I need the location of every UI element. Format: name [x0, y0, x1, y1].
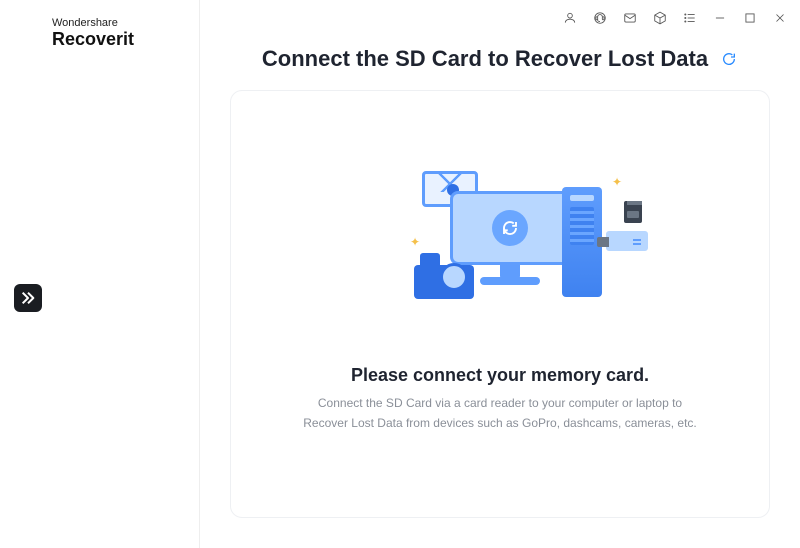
brand: Wondershare Recoverit [0, 0, 199, 548]
mail-icon[interactable] [622, 10, 638, 26]
sub-message-line: Recover Lost Data from devices such as G… [303, 416, 697, 430]
brand-logo-icon [14, 284, 42, 312]
sdcard-icon [624, 201, 642, 223]
usb-icon [606, 231, 648, 251]
page-title-row: Connect the SD Card to Recover Lost Data [200, 30, 800, 90]
camera-icon [414, 257, 474, 299]
content-panel: ✦ ✦ Please connect your memory card. Con… [230, 90, 770, 518]
support-icon[interactable] [592, 10, 608, 26]
brand-title: Recoverit [52, 30, 134, 548]
topbar [200, 0, 800, 30]
main: Connect the SD Card to Recover Lost Data… [200, 0, 800, 548]
sparkle-icon: ✦ [612, 175, 622, 189]
sub-message: Connect the SD Card via a card reader to… [303, 394, 697, 432]
account-icon[interactable] [562, 10, 578, 26]
cube-icon[interactable] [652, 10, 668, 26]
sidebar: Wondershare Recoverit File Recover Hard … [0, 0, 200, 548]
maximize-icon[interactable] [742, 10, 758, 26]
sparkle-icon: ✦ [410, 235, 420, 249]
illustration: ✦ ✦ [350, 165, 650, 335]
sub-message-line: Connect the SD Card via a card reader to… [318, 396, 682, 410]
refresh-icon[interactable] [720, 50, 738, 68]
close-icon[interactable] [772, 10, 788, 26]
menu-icon[interactable] [682, 10, 698, 26]
minimize-icon[interactable] [712, 10, 728, 26]
tower-icon [562, 187, 602, 297]
brand-subtitle: Wondershare [52, 18, 134, 30]
page-title: Connect the SD Card to Recover Lost Data [262, 46, 708, 72]
main-message: Please connect your memory card. [351, 365, 649, 386]
brand-text: Wondershare Recoverit [52, 18, 134, 548]
